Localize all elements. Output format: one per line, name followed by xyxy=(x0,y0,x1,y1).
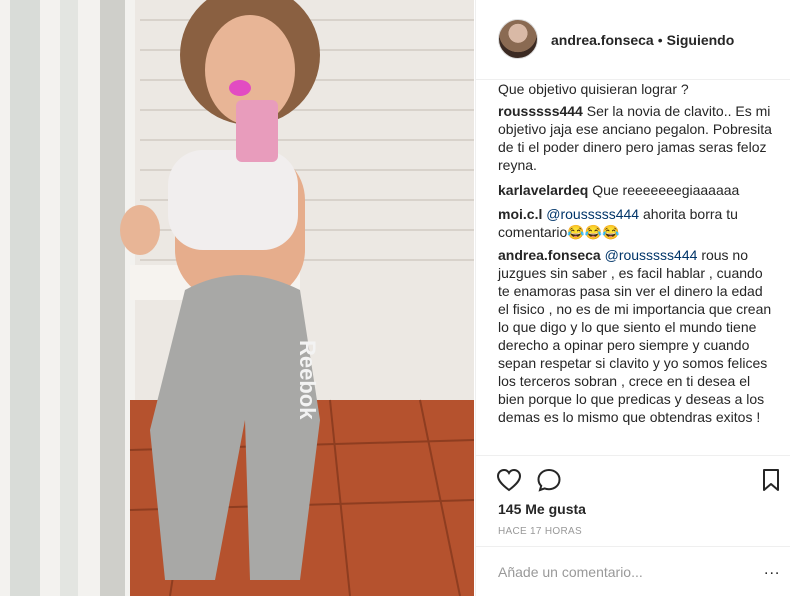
heart-icon xyxy=(496,468,522,492)
comment-item: moi.c.l @rousssss444 ahorita borra tu co… xyxy=(498,205,773,241)
post-photo[interactable]: Reebok xyxy=(0,0,474,596)
comment-username[interactable]: karlavelardeq xyxy=(498,182,588,198)
more-options-button[interactable]: ... xyxy=(764,561,780,579)
comment-mention[interactable]: @rousssss444 xyxy=(546,206,639,222)
caption-text: Que objetivo quisieran lograr ? xyxy=(498,81,689,97)
post-caption: Que objetivo quisieran lograr ? xyxy=(498,80,773,98)
avatar[interactable] xyxy=(498,19,538,59)
save-button[interactable] xyxy=(761,468,781,492)
comment-mention[interactable]: @rousssss444 xyxy=(605,247,698,263)
likes-count[interactable]: 145 Me gusta xyxy=(498,501,586,517)
comment-text: rous no juzgues sin saber , es facil hab… xyxy=(498,247,772,425)
header-user-line: andrea.fonseca • Siguiendo xyxy=(551,32,734,48)
follow-status-button[interactable]: Siguiendo xyxy=(667,32,735,48)
post-image: Reebok xyxy=(0,0,474,596)
bookmark-icon xyxy=(763,469,779,491)
comment-icon xyxy=(537,468,561,492)
comment-button[interactable] xyxy=(536,468,562,492)
post-timestamp[interactable]: HACE 17 HORAS xyxy=(498,526,582,537)
comment-text: Que reeeeeeegiaaaaaa xyxy=(592,182,740,198)
like-button[interactable] xyxy=(496,468,522,492)
separator-dot: • xyxy=(657,32,663,48)
post-panel: andrea.fonseca • Siguiendo Que objetivo qu… xyxy=(475,0,790,596)
comment-item: andrea.fonseca @rousssss444 rous no juzg… xyxy=(498,246,773,426)
comment-list[interactable]: Que objetivo quisieran lograr ? rousssss… xyxy=(476,80,790,455)
post-header: andrea.fonseca • Siguiendo xyxy=(476,0,790,80)
brand-print: Reebok xyxy=(295,340,320,420)
add-comment-section: ... xyxy=(476,546,790,596)
comment-username[interactable]: rousssss444 xyxy=(498,103,583,119)
header-username[interactable]: andrea.fonseca xyxy=(551,32,654,48)
comment-item: karlavelardeq Que reeeeeeegiaaaaaa xyxy=(498,181,773,199)
comment-username[interactable]: moi.c.l xyxy=(498,206,542,222)
comment-input[interactable] xyxy=(496,559,760,585)
comment-username[interactable]: andrea.fonseca xyxy=(498,247,601,263)
comment-item: rousssss444 Ser la novia de clavito.. Es… xyxy=(498,102,773,174)
